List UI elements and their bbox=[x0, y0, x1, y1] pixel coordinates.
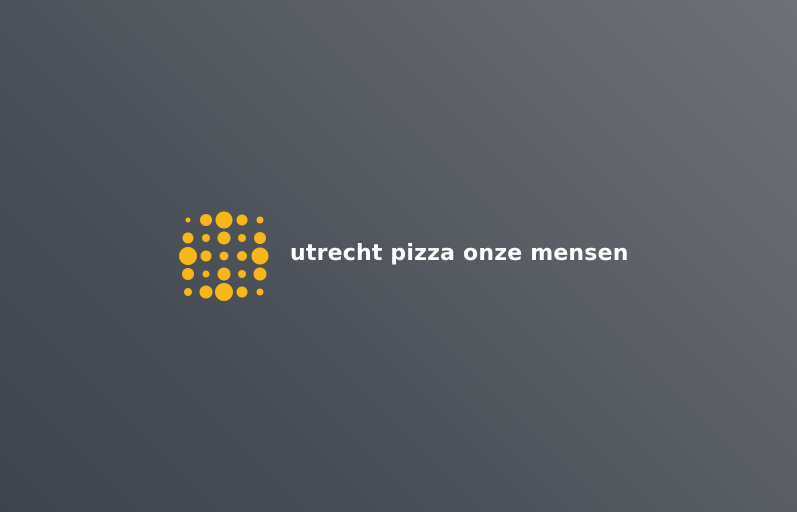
logo-dot bbox=[217, 267, 231, 281]
logo-dot bbox=[238, 234, 246, 242]
logo-dot bbox=[237, 251, 247, 261]
logo-dot bbox=[253, 267, 267, 281]
logo-dot bbox=[236, 286, 248, 298]
logo-dot bbox=[182, 268, 194, 280]
brand-wordmark: utrecht pizza onze mensen bbox=[290, 241, 629, 266]
logo-dot bbox=[199, 285, 213, 299]
logo-dot bbox=[200, 250, 212, 262]
logo-dot bbox=[217, 231, 231, 245]
splash-screen: utrecht pizza onze mensen bbox=[0, 0, 797, 512]
logo-dot bbox=[238, 270, 246, 278]
logo-dot bbox=[219, 251, 229, 261]
logo-dot bbox=[182, 232, 194, 244]
logo-dot bbox=[179, 247, 197, 265]
logo-dot bbox=[215, 211, 233, 229]
logo-dot bbox=[202, 270, 210, 278]
logo-dot bbox=[184, 288, 192, 296]
logo-dot bbox=[185, 217, 191, 223]
logo-dot bbox=[256, 216, 264, 224]
logo-dot bbox=[200, 214, 212, 226]
logo-dot bbox=[202, 234, 210, 242]
logo-dot bbox=[215, 283, 233, 301]
logo-dot bbox=[254, 232, 266, 244]
dot-grid-logo-icon bbox=[179, 211, 269, 301]
logo-dot bbox=[251, 247, 269, 265]
logo-dot bbox=[256, 288, 264, 296]
logo-dot bbox=[236, 214, 248, 226]
